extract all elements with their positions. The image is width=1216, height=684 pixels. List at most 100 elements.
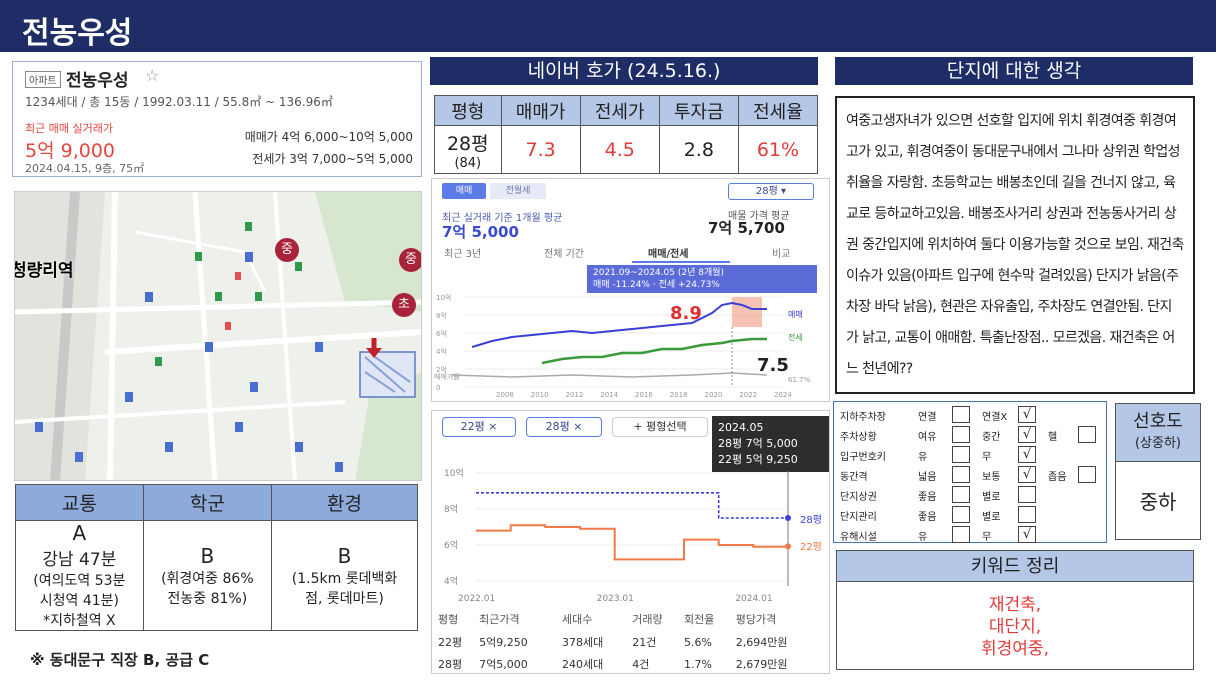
point-22	[785, 543, 791, 550]
eval-school-cell: B (휘경여중 86% 전농중 81%)	[142, 520, 273, 631]
legend-28: 28평	[800, 515, 822, 526]
school-line: 전농중 81%)	[167, 590, 248, 607]
checklist-option-label: 좋음	[918, 512, 937, 523]
preference-header: 선호도 (상중하)	[1115, 403, 1201, 462]
checklist-label: 주차상황	[840, 432, 877, 443]
evaluation-table: 교통 학군 환경 A 강남 47분 (여의도역 53분 시청역 41분) *지하…	[15, 484, 418, 631]
checkbox[interactable]	[1018, 506, 1036, 523]
size-select-value: 28평	[755, 186, 778, 197]
col-invest: 투자금	[658, 95, 739, 126]
series-28-line	[476, 491, 788, 519]
tab-jeonse[interactable]: 전월세	[490, 183, 546, 199]
comparison-plot: 10억 8억 6억 4억 2022.01 2023.01 2024.01	[444, 467, 791, 604]
chart-subtabs: 최근 3년 전체 기간 매매/전세 비교	[432, 243, 829, 261]
tooltip-28: 28평 7억 5,000	[718, 437, 798, 450]
size-select[interactable]: 28평 ▾	[728, 183, 814, 200]
chip-22[interactable]: 22평 ×	[442, 417, 516, 437]
apartment-summary-card: 아파트 전농우성 ☆ 1234세대 / 총 15동 / 1992.03.11 /…	[12, 61, 422, 177]
eval-header-env: 환경	[271, 484, 418, 521]
checklist-option-label: 여유	[918, 432, 937, 443]
y-tick-label: 10억	[444, 467, 464, 479]
traffic-grade: A	[72, 521, 87, 545]
location-map[interactable]: 청량리역 중 중 초	[14, 191, 422, 481]
school-marker[interactable]: 중	[275, 238, 299, 262]
school-marker[interactable]: 초	[392, 293, 416, 317]
x-tick-label: 2014	[600, 391, 618, 399]
highlight-box	[732, 297, 762, 327]
traffic-line: 시청역 41분)	[39, 593, 119, 609]
traffic-line: 강남 47분	[42, 550, 117, 570]
checkbox[interactable]	[1018, 486, 1036, 503]
col-jeonse: 전세가	[579, 95, 660, 126]
checkbox[interactable]	[952, 426, 970, 443]
keyword-item: 대단지,	[988, 617, 1042, 637]
ratio-line	[451, 372, 768, 378]
x-tick-label: 2022.01	[458, 594, 495, 604]
checkbox[interactable]	[952, 406, 970, 423]
checkbox[interactable]	[952, 486, 970, 503]
school-line: (휘경여중 86%	[161, 570, 254, 587]
checklist-label: 동간격	[840, 472, 868, 483]
jeonse-range: 전세가 3억 7,000~5억 5,000	[252, 152, 413, 166]
map-canvas	[15, 192, 421, 480]
legend-jeonse: 전세	[788, 333, 803, 342]
checkbox[interactable]	[1078, 466, 1096, 483]
checkbox[interactable]: √	[1018, 526, 1036, 543]
subtab-underline	[632, 261, 730, 263]
apartment-info: 1234세대 / 총 15동 / 1992.03.11 / 55.8㎡ ~ 13…	[25, 95, 333, 109]
y-tick-label: 8억	[436, 312, 447, 320]
add-size-button[interactable]: + 평형선택	[612, 417, 708, 437]
checklist-option-label: 중간	[982, 432, 1001, 443]
x-tick-label: 2022	[739, 391, 757, 399]
recent-price: 5억 9,000	[25, 140, 116, 162]
checklist-label: 단지상권	[840, 492, 877, 503]
checklist-option-label: 무	[982, 452, 992, 463]
checkbox[interactable]: √	[1018, 426, 1036, 443]
x-tick-label: 2008	[496, 391, 514, 399]
chevron-down-icon: ▾	[781, 186, 787, 197]
checkbox[interactable]	[952, 506, 970, 523]
checkbox[interactable]: √	[1018, 466, 1036, 483]
ratio-value: 61.7%	[788, 376, 811, 384]
price-history-panel: 매매 전월세 28평 ▾ 최근 실거래 기준 1개월 평균 7억 5,000 매…	[431, 178, 830, 402]
table-cell: 5억9,250	[479, 636, 528, 649]
checklist-row: 단지상권 좋음 별로	[834, 484, 1108, 504]
table-cell: 28평	[438, 658, 463, 671]
checkbox[interactable]: √	[1018, 446, 1036, 463]
tab-sale[interactable]: 매매	[442, 183, 486, 199]
th-size: 평형	[438, 613, 459, 626]
thoughts-text: 여중고생자녀가 있으면 선호할 입지에 위치 휘경여중 휘경여고가 있고, 휘경…	[835, 96, 1195, 394]
checkbox[interactable]	[952, 446, 970, 463]
favorite-star-icon[interactable]: ☆	[145, 66, 159, 85]
apartment-tag: 아파트	[25, 71, 61, 88]
checkbox[interactable]	[952, 466, 970, 483]
pyeong-value: 28평	[446, 132, 489, 155]
school-marker[interactable]: 중	[399, 248, 421, 272]
cell-ratio: 61%	[737, 125, 819, 174]
listing-avg-value: 7억 5,700	[708, 219, 785, 237]
eval-header-traffic: 교통	[15, 484, 144, 521]
series-22-line	[476, 524, 789, 561]
station-label: 청량리역	[14, 261, 74, 281]
x-tick-label: 2024.01	[735, 594, 772, 604]
subtab-compare[interactable]: 비교	[772, 245, 790, 260]
table-cell: 22평	[438, 636, 463, 649]
y-tick-label: 4억	[436, 348, 447, 356]
subtab-3y[interactable]: 최근 3년	[444, 245, 481, 260]
keywords-header: 키워드 정리	[836, 550, 1194, 582]
checkbox[interactable]	[1078, 426, 1096, 443]
annotation-low: 7.5	[757, 355, 789, 376]
table-cell: 1.7%	[684, 657, 712, 671]
y-tick-label: 4억	[444, 575, 458, 587]
checkbox[interactable]	[952, 526, 970, 543]
th-perpyeong: 평당가격	[735, 613, 777, 626]
subtab-all[interactable]: 전체 기간	[544, 245, 584, 260]
school-grade: B	[200, 543, 215, 568]
checkbox[interactable]: √	[1018, 406, 1036, 423]
preference-title: 선호도	[1133, 410, 1183, 432]
tooltip-line: 2021.09~2024.05 (2년 8개월)	[593, 268, 725, 278]
th-turnover: 회전율	[684, 613, 715, 626]
chip-28[interactable]: 28평 ×	[526, 417, 602, 437]
x-tick-label: 2018	[670, 391, 688, 399]
subtab-sale-jeonse[interactable]: 매매/전세	[648, 245, 688, 260]
